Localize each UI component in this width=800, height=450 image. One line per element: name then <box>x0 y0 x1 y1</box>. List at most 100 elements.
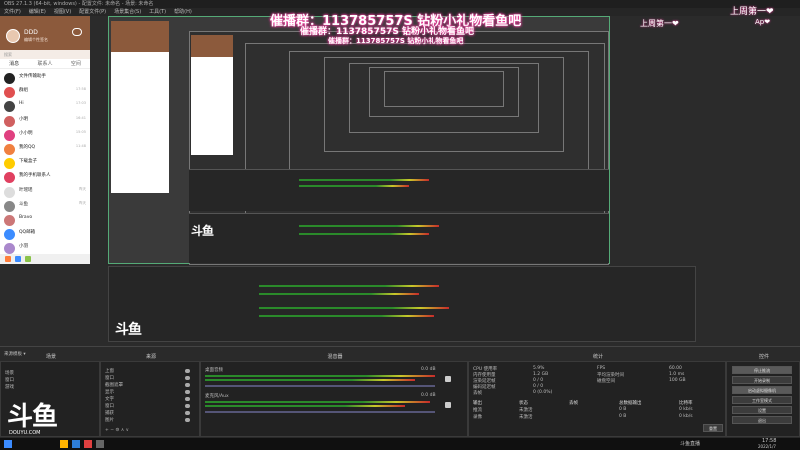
douyu-logo: 斗鱼 <box>7 402 58 432</box>
stat-value: 5.9% <box>533 366 545 371</box>
mixer-meter-desktop <box>205 375 435 377</box>
chat-name: 我的QQ <box>19 145 36 150</box>
avatar <box>4 115 15 127</box>
sources-title: 来源 <box>145 354 156 360</box>
mixer-label-mic: 麦克风/Aux <box>205 394 229 399</box>
mixer-db-mic: 0.0 dB <box>421 393 436 398</box>
scene-item[interactable]: 游戏 <box>5 384 14 390</box>
exit-button[interactable]: 退出 <box>732 416 792 424</box>
source-item[interactable]: 文字 <box>105 396 114 402</box>
cloud-icon[interactable] <box>72 28 82 36</box>
mixer-meter-desktop <box>205 379 415 381</box>
qq-signature[interactable]: 编辑个性签名 <box>24 37 48 43</box>
chat-name: Bravo <box>19 215 33 220</box>
eye-icon[interactable] <box>185 404 190 408</box>
stat-label: FPS <box>597 366 606 371</box>
controls-dock: 控件 停止推流 开始录制 启动虚拟摄像机 工作室模式 设置 退出 <box>726 354 800 437</box>
virtual-camera-button[interactable]: 启动虚拟摄像机 <box>732 386 792 394</box>
eye-icon[interactable] <box>185 383 190 387</box>
nested-preview-7 <box>384 71 504 107</box>
douyu-domain: DOUYU.COM <box>9 430 41 436</box>
tab-contacts[interactable]: 联系人 <box>37 59 52 68</box>
overlay-text-1: 上周第一❤ <box>640 19 679 28</box>
screen: OBS 27.1.3 (64-bit, windows) - 配置文件: 未命名… <box>0 0 800 450</box>
settings-button[interactable]: 设置 <box>732 406 792 414</box>
nested-obs-docks-2 <box>189 213 609 263</box>
chat-time: 昨天 <box>79 200 86 205</box>
output-cell: 未激活 <box>519 408 533 413</box>
stat-value: 0 / 0 <box>533 378 544 383</box>
source-item[interactable]: 上窗 <box>105 368 114 374</box>
output-cell: 0 B <box>619 414 627 419</box>
scene-item[interactable]: 窗口 <box>5 377 14 383</box>
qq-window: DDD 编辑个性签名 搜索 消息 联系人 空间 文件传输助手 群组 17:58 Hi 1… <box>0 16 90 264</box>
output-cell: 未激活 <box>519 415 533 420</box>
stat-value: 1.2 GB <box>533 372 549 377</box>
avatar <box>4 73 15 84</box>
qq-search-input[interactable]: 搜索 <box>0 50 90 59</box>
eye-icon[interactable] <box>185 369 190 373</box>
qq-header: DDD 编辑个性签名 <box>0 16 90 50</box>
chat-time: 15:05 <box>75 129 86 134</box>
list-item[interactable]: 小羽 <box>0 240 90 257</box>
source-item[interactable]: 窗口 <box>105 375 114 381</box>
avatar <box>4 144 15 155</box>
stat-label: 磁盘空间 <box>597 379 615 384</box>
browser-icon[interactable] <box>72 440 80 448</box>
eye-icon[interactable] <box>185 397 190 401</box>
menu-scene-collection[interactable]: 场景集合(S) <box>114 8 141 16</box>
window-title-bar: OBS 27.1.3 (64-bit, windows) - 配置文件: 未命名… <box>0 0 800 8</box>
avatar <box>4 215 15 226</box>
stat-value: 0 / 0 <box>533 384 544 389</box>
menu-file[interactable]: 文件(F) <box>4 8 21 16</box>
reset-button[interactable]: 重置 <box>703 424 723 432</box>
app-icon[interactable] <box>84 440 92 448</box>
stat-value: 0 (0.0%) <box>533 390 553 395</box>
start-icon[interactable] <box>4 440 12 448</box>
nested-douyu-logo: 斗鱼 <box>115 322 142 338</box>
controls-title: 控件 <box>758 354 769 360</box>
eye-icon[interactable] <box>185 376 190 380</box>
volume-slider-mic[interactable] <box>205 411 435 413</box>
volume-slider-desktop[interactable] <box>205 385 435 387</box>
chat-name: Hi <box>19 101 24 107</box>
nested-qq-window <box>191 35 233 155</box>
eye-icon[interactable] <box>185 411 190 415</box>
avatar <box>4 229 15 241</box>
source-item[interactable]: 窗口 <box>105 403 114 409</box>
tab-messages[interactable]: 消息 <box>9 59 19 68</box>
source-item[interactable]: 截图遮罩 <box>105 382 123 388</box>
eye-icon[interactable] <box>185 418 190 422</box>
scenes-title: 场景 <box>45 354 56 360</box>
output-header: 比特率 <box>679 401 693 406</box>
speaker-icon[interactable] <box>445 376 451 382</box>
chat-name: QQ邮箱 <box>19 230 36 236</box>
sources-toolbar[interactable]: + − ⚙ ∧ ∨ <box>105 428 129 433</box>
start-recording-button[interactable]: 开始录制 <box>732 376 792 384</box>
scene-item[interactable]: 场景 <box>5 370 14 376</box>
source-item[interactable]: 显示 <box>105 389 114 395</box>
explorer-icon[interactable] <box>60 440 68 448</box>
speaker-icon[interactable] <box>445 402 451 408</box>
taskbar-app-label[interactable]: 斗鱼直播 <box>680 440 700 447</box>
menu-tools[interactable]: 工具(T) <box>149 8 166 16</box>
stat-value: 100 GB <box>669 378 686 383</box>
obs-preview[interactable]: 斗鱼 <box>108 16 610 265</box>
source-item[interactable]: 捕获 <box>105 410 114 416</box>
menu-edit[interactable]: 编辑(E) <box>29 8 46 16</box>
scenes-dock: 场景 场景 窗口 游戏 斗鱼 DOUYU.COM <box>0 354 100 437</box>
mixer-dock: 混音器 桌面音频 0.0 dB 麦克风/Aux 0.0 dB <box>200 354 468 437</box>
stop-streaming-button[interactable]: 停止推流 <box>732 366 792 374</box>
studio-mode-button[interactable]: 工作室模式 <box>732 396 792 404</box>
tab-space[interactable]: 空间 <box>71 59 81 68</box>
menu-profile[interactable]: 配置文件(P) <box>79 8 106 16</box>
source-item[interactable]: 图片 <box>105 417 114 423</box>
output-cell: 推流 <box>473 408 482 413</box>
chat-name: 我的手机联系人 <box>19 173 51 179</box>
eye-icon[interactable] <box>185 390 190 394</box>
menu-help[interactable]: 帮助(H) <box>174 8 192 16</box>
avatar[interactable] <box>6 29 20 43</box>
menu-view[interactable]: 视图(V) <box>54 8 71 16</box>
obs-icon[interactable] <box>96 440 104 448</box>
banner-line-3: 催播群：113785757S 钻粉小礼物看鱼吧 <box>328 37 464 45</box>
